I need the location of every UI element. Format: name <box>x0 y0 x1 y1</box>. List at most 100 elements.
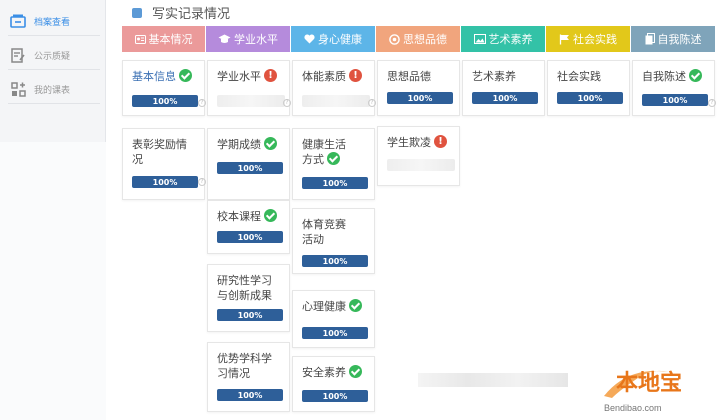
card-title-text: 基本信息 <box>132 70 176 83</box>
help-icon[interactable]: ? <box>198 99 206 107</box>
card-title: 体能素质 <box>302 68 366 84</box>
progress-bar: 100% <box>302 327 368 339</box>
card-title: 艺术素养 <box>472 70 516 83</box>
card-arts[interactable]: 艺术素养 100% <box>462 60 545 116</box>
card-mental[interactable]: 心理健康 100% <box>292 290 375 348</box>
edit-doc-icon <box>10 47 26 63</box>
card-title-text: 安全素养 <box>302 366 346 379</box>
tab-label: 基本情况 <box>148 33 193 46</box>
card-title: 学生欺凌 <box>387 134 451 150</box>
progress-bar: 100% <box>387 92 453 104</box>
progress-bar: 100% <box>217 389 283 401</box>
help-icon[interactable]: ? <box>368 99 376 107</box>
id-card-icon <box>134 34 146 44</box>
progress-bar: 100% <box>217 162 283 174</box>
heart-icon <box>304 34 315 44</box>
tab-statement[interactable]: 自我陈述 <box>631 26 715 52</box>
check-circle-icon <box>264 137 277 150</box>
card-title: 思想品德 <box>387 70 431 83</box>
card-title-text: 心理健康 <box>302 300 346 313</box>
card-title: 学期成绩 <box>217 137 281 152</box>
progress-bar: 100% <box>217 231 283 243</box>
card-sports[interactable]: 体育竞赛活动 100% <box>292 208 375 274</box>
card-title: 学业水平 <box>217 68 281 84</box>
card-statement[interactable]: 自我陈述 100% ? <box>632 60 716 116</box>
warning-icon <box>434 134 447 149</box>
progress-bar: 100% <box>302 177 368 189</box>
tab-practice[interactable]: 社会实践 <box>546 26 630 52</box>
progress-bar: 100% <box>472 92 538 104</box>
graduation-cap-icon <box>218 34 231 44</box>
progress-bar: 100% <box>642 94 708 106</box>
sidebar-item-label: 档案查看 <box>34 17 71 28</box>
card-title-text: 校本课程 <box>217 210 261 223</box>
card-title: 社会实践 <box>557 70 601 83</box>
archive-icon <box>10 13 26 29</box>
card-fitness[interactable]: 体能素质 ? <box>292 60 376 116</box>
sidebar-item-publicity[interactable]: 公示质疑 <box>0 40 106 70</box>
help-icon[interactable]: ? <box>198 178 206 186</box>
card-title: 表彰奖励情况 <box>132 138 187 166</box>
blurred-strip <box>418 373 568 387</box>
brand-url: Bendibao.com <box>604 403 662 413</box>
card-title: 基本信息 <box>132 69 196 84</box>
card-title-text: 体能素质 <box>302 70 346 83</box>
progress-bar: 100% <box>557 92 623 104</box>
progress-bar: 100% <box>302 390 368 402</box>
warning-icon <box>264 68 277 83</box>
brand-logo: 本地宝 <box>598 362 710 400</box>
card-bullying[interactable]: 学生欺凌 <box>377 126 460 186</box>
tab-label: 社会实践 <box>573 33 617 46</box>
picture-icon <box>473 34 486 44</box>
card-title: 校本课程 <box>217 209 281 224</box>
page-title: 写实记录情况 <box>152 7 231 22</box>
tab-label: 学业水平 <box>234 33 278 46</box>
flower-icon <box>389 33 400 45</box>
card-title: 体育竞赛活动 <box>302 218 346 246</box>
tab-basic-info[interactable]: 基本情况 <box>122 26 205 52</box>
sidebar-item-label: 公示质疑 <box>34 51 71 62</box>
card-title: 优势学科学习情况 <box>217 352 272 380</box>
card-title-text: 学业水平 <box>217 70 261 83</box>
warning-icon <box>349 68 362 83</box>
card-term-grades[interactable]: 学期成绩 100% <box>207 128 290 200</box>
tab-morality[interactable]: 思想品德 <box>376 26 460 52</box>
help-icon[interactable]: ? <box>283 99 291 107</box>
card-title-text: 学生欺凌 <box>387 136 431 149</box>
card-research[interactable]: 研究性学习与创新成果 100% <box>207 264 290 332</box>
card-advantage[interactable]: 优势学科学习情况 100% <box>207 342 290 412</box>
card-title: 心理健康 <box>302 299 366 314</box>
tab-label: 自我陈述 <box>657 33 702 46</box>
tab-health[interactable]: 身心健康 <box>291 26 375 52</box>
section-marker-icon <box>132 7 142 18</box>
sidebar: 档案查看 公示质疑 我的课表 <box>0 0 106 142</box>
card-lifestyle[interactable]: 健康生活方式 100% <box>292 128 375 200</box>
card-moral[interactable]: 思想品德 100% <box>377 60 460 116</box>
card-safety[interactable]: 安全素养 100% <box>292 356 375 412</box>
blurred-progress <box>217 95 285 107</box>
tab-arts[interactable]: 艺术素养 <box>461 26 545 52</box>
brand-text: 本地宝 <box>616 370 682 396</box>
card-awards[interactable]: 表彰奖励情况 100% ? <box>122 128 206 200</box>
tab-academic[interactable]: 学业水平 <box>206 26 290 52</box>
help-icon[interactable]: ? <box>708 99 716 107</box>
blurred-progress <box>387 159 455 171</box>
card-title: 自我陈述 <box>642 69 706 84</box>
document-icon <box>645 33 655 45</box>
progress-bar: 100% <box>217 309 283 321</box>
sidebar-blank <box>0 142 106 420</box>
card-school-courses[interactable]: 校本课程 100% <box>207 200 290 254</box>
card-practice[interactable]: 社会实践 100% <box>547 60 630 116</box>
card-academic-level[interactable]: 学业水平 ? <box>207 60 291 116</box>
check-circle-icon <box>264 209 277 222</box>
sidebar-item-archive[interactable]: 档案查看 <box>0 6 106 36</box>
card-title-text: 自我陈述 <box>642 70 686 83</box>
sidebar-item-schedule[interactable]: 我的课表 <box>0 74 106 104</box>
card-basic-info[interactable]: 基本信息 100% ? <box>122 60 206 116</box>
check-circle-icon <box>689 69 702 82</box>
section-header: 写实记录情况 <box>132 3 230 22</box>
progress-bar: 100% <box>132 95 198 107</box>
progress-bar: 100% <box>132 176 198 188</box>
card-title: 研究性学习与创新成果 <box>217 274 272 302</box>
check-circle-icon <box>349 365 362 378</box>
